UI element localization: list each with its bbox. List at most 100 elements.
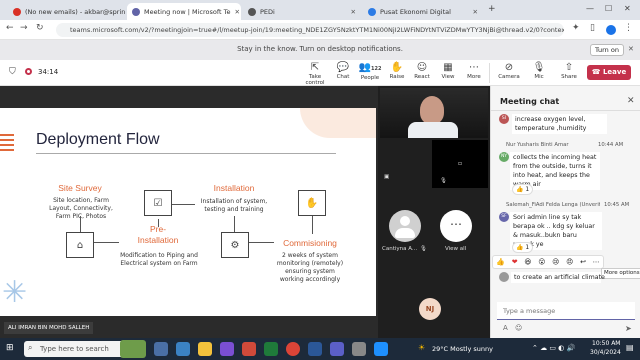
step-title-commisioning: Commisioning (283, 238, 337, 248)
take-control-button[interactable]: ⇱ Take control (300, 62, 330, 86)
weather-icon: ☀ (418, 343, 426, 352)
emoji-icon[interactable]: ☺ (515, 324, 522, 332)
reaction-badge[interactable]: 👍 1 (512, 242, 534, 253)
leave-button[interactable]: ☎ Leave (587, 65, 631, 80)
slide-title-rule (36, 153, 336, 154)
sidebar-icon[interactable]: ▯ (590, 23, 595, 33)
reload-icon[interactable]: ↻ (36, 23, 44, 33)
heart-icon[interactable]: ❤ (512, 258, 518, 266)
close-icon[interactable]: ✕ (231, 8, 240, 16)
sad-icon[interactable]: 😢 (552, 258, 559, 266)
more-button[interactable]: ⋯ More (459, 62, 489, 80)
surprised-icon[interactable]: 😮 (538, 258, 545, 266)
tab-label: (No new emails) - akbar@sprin (25, 7, 126, 16)
system-tray-icons[interactable]: ⌃ ☁ ▭ ◐ 🔊 (532, 344, 575, 352)
reply-icon[interactable]: ↩ (580, 258, 586, 266)
reaction-badge[interactable]: 👍 1 (512, 184, 534, 195)
office-icon[interactable] (242, 342, 256, 356)
scenery-widget-icon[interactable] (120, 340, 146, 358)
word-icon[interactable] (308, 342, 322, 356)
excel-icon[interactable] (264, 342, 278, 356)
like-icon[interactable]: 👍 (496, 258, 505, 266)
toolbar-label: Share (561, 74, 577, 80)
speaker-face (420, 96, 444, 124)
chrome-icon[interactable] (286, 342, 300, 356)
more-options-icon[interactable]: ⋯ (593, 258, 600, 266)
maximize-icon[interactable]: ☐ (605, 4, 612, 13)
chat-title: Meeting chat (500, 97, 560, 106)
file-explorer-icon[interactable] (198, 342, 212, 356)
search-icon: ⌕ (28, 343, 33, 352)
back-icon[interactable]: ← (6, 23, 14, 33)
slide-decoration-corner (300, 108, 376, 138)
camera-button[interactable]: ⊘ Camera (494, 62, 524, 80)
chat-sender: Salemah_FiAdi Felda Lenga (Unverified) (506, 202, 600, 208)
share-button[interactable]: ⇧ Share (554, 62, 584, 80)
mic-off-icon: 🎙 (440, 178, 447, 184)
toolbar-label: Mic (534, 74, 544, 80)
browser-tab-teams[interactable]: Meeting now | Microsoft Te ✕ (127, 3, 241, 20)
address-bar-row: ← → ↻ teams.microsoft.com/v2/?meetingjoi… (0, 20, 640, 40)
browser-tab-pusat[interactable]: Pusat Ekonomi Digital ✕ (363, 3, 483, 20)
participant-avatar[interactable] (389, 210, 421, 242)
clock-date[interactable]: 30/4/2024 (590, 349, 621, 356)
close-icon[interactable]: ✕ (125, 8, 126, 16)
browser-tab-email[interactable]: (No new emails) - akbar@sprin ✕ (8, 3, 126, 20)
meeting-chat-panel: Meeting chat ✕ SI increase oxygen level,… (490, 86, 640, 338)
participant-name: Cantiyna A... (382, 246, 418, 252)
avatar: SF (499, 212, 509, 222)
format-icon[interactable]: A (503, 324, 508, 332)
view-all-label: View all (445, 246, 467, 252)
toolbar-label: Take control (305, 74, 325, 86)
close-icon[interactable]: ✕ (469, 8, 478, 16)
share-icon: ⇧ (564, 62, 574, 73)
teams-taskbar-icon[interactable] (330, 342, 344, 356)
notification-message: Stay in the know. Turn on desktop notifi… (237, 45, 403, 53)
send-icon[interactable]: ➤ (625, 324, 632, 333)
profile-avatar[interactable] (606, 25, 616, 35)
browser-tab-pedi[interactable]: PEDi ✕ (243, 3, 361, 20)
notifications-icon[interactable]: ▤ (626, 343, 634, 352)
more-options-tooltip: More options (601, 268, 640, 279)
new-tab-icon[interactable]: + (488, 4, 496, 14)
pin-icon[interactable]: ▣ (384, 174, 389, 180)
message-input[interactable]: Type a message (497, 302, 635, 320)
clock-time[interactable]: 10:50 AM (592, 340, 620, 347)
flow-connector (93, 242, 119, 243)
turn-on-button[interactable]: Turn on (590, 44, 624, 56)
edge-icon[interactable] (176, 342, 190, 356)
presentation-slide: Deployment Flow Site Survey Site locatio… (0, 108, 376, 316)
view-all-button[interactable]: ⋯ (440, 210, 472, 242)
mic-button[interactable]: 🎙 Mic (524, 62, 554, 80)
banner-close-icon[interactable]: ✕ (628, 45, 634, 53)
store-icon[interactable] (220, 342, 234, 356)
extensions-icon[interactable]: ✦ (572, 23, 580, 33)
forward-icon[interactable]: → (20, 23, 28, 33)
weather-text[interactable]: 29°C Mostly sunny (432, 345, 493, 353)
nj-avatar[interactable]: NJ (419, 298, 441, 320)
toolbar-label: People (360, 75, 380, 81)
people-button[interactable]: 👥122 People (355, 62, 385, 81)
windows-start-icon[interactable]: ⊞ (6, 343, 14, 353)
participant-video-tile[interactable]: ▫ 🎙 (432, 140, 488, 188)
close-icon[interactable]: ✕ (347, 8, 356, 16)
url-field[interactable]: teams.microsoft.com/v2/?meetingjoin=true… (56, 23, 564, 37)
zoom-icon[interactable] (374, 342, 388, 356)
meeting-timer: 34:14 (38, 68, 59, 76)
step-desc-site-survey: Site location, Farm Layout, Connectivity… (49, 197, 113, 220)
farm-layout-icon: ⌂ (66, 232, 94, 258)
chat-time: 10:44 AM (598, 142, 624, 148)
flow-connector (312, 216, 313, 234)
laugh-icon[interactable]: 😆 (524, 258, 531, 266)
chat-divider (491, 110, 640, 111)
minimize-icon[interactable]: — (586, 4, 594, 13)
tab-label: Pusat Ekonomi Digital (380, 7, 451, 16)
task-view-icon[interactable] (154, 342, 168, 356)
speaker-video-tile[interactable] (380, 88, 488, 138)
angry-icon[interactable]: 😠 (566, 258, 573, 266)
chat-button[interactable]: 💬 Chat (328, 62, 358, 80)
close-chat-icon[interactable]: ✕ (627, 96, 635, 106)
window-close-icon[interactable]: ✕ (624, 4, 631, 13)
app-icon[interactable] (352, 342, 366, 356)
menu-icon[interactable]: ⋮ (624, 23, 633, 33)
